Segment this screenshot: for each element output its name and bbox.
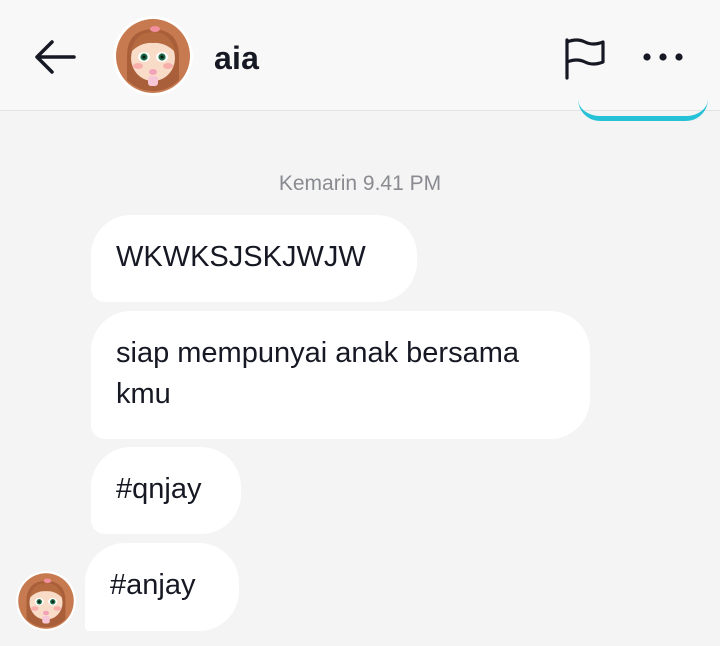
back-button[interactable] (30, 34, 80, 80)
more-horizontal-icon (643, 53, 683, 61)
message-text: WKWKSJSKJWJW (116, 241, 366, 273)
sender-avatar[interactable] (16, 571, 76, 631)
flag-icon (565, 38, 605, 80)
message-text: siap mempunyai anak bersama kmu (116, 337, 519, 410)
more-options-button[interactable] (636, 42, 692, 72)
arrow-left-icon (35, 40, 76, 74)
message-bubble[interactable]: WKWKSJSKJWJW (91, 215, 417, 302)
chat-header: aia (0, 0, 720, 111)
message-bubble[interactable]: siap mempunyai anak bersama kmu (91, 311, 590, 439)
contact-name[interactable]: aia (214, 40, 259, 77)
message-text: #qnjay (116, 473, 202, 505)
sent-message-edge (578, 96, 708, 121)
message-bubble[interactable]: #anjay (85, 543, 239, 631)
report-button[interactable] (560, 36, 610, 80)
avatar[interactable] (113, 16, 193, 96)
message-timestamp: Kemarin 9.41 PM (278, 172, 442, 195)
message-bubble[interactable]: #qnjay (91, 447, 241, 534)
message-text: #anjay (110, 569, 196, 601)
